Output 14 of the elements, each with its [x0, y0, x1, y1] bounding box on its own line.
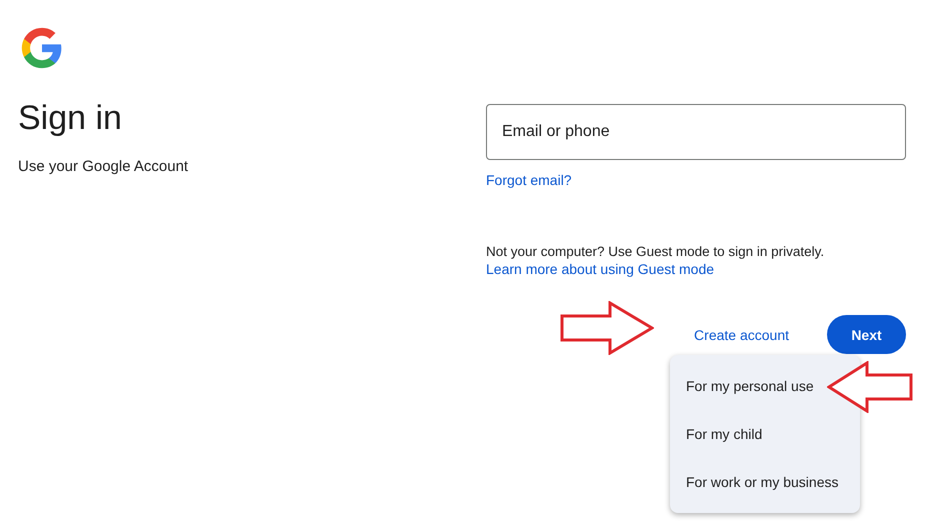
menu-item[interactable]: For work or my business [676, 458, 844, 506]
arrow-icon [827, 361, 913, 413]
page-title: Sign in [18, 98, 122, 138]
guest-notice: Not your computer? Use Guest mode to sign in privately. [486, 244, 826, 259]
next-button[interactable]: Next [827, 315, 906, 354]
arrow-icon [560, 301, 654, 355]
subtitle: Use your Google Account [18, 158, 188, 175]
menu-item[interactable]: For my child [676, 410, 768, 458]
menu-item[interactable]: For my personal use [676, 362, 820, 410]
guest-mode-link[interactable]: Learn more about using Guest mode [486, 261, 714, 277]
create-account-button[interactable]: Create account [682, 318, 801, 350]
email-field[interactable]: Email or phone [486, 104, 906, 160]
forgot-email-link[interactable]: Forgot email? [486, 172, 572, 188]
logo-icon [20, 26, 64, 70]
